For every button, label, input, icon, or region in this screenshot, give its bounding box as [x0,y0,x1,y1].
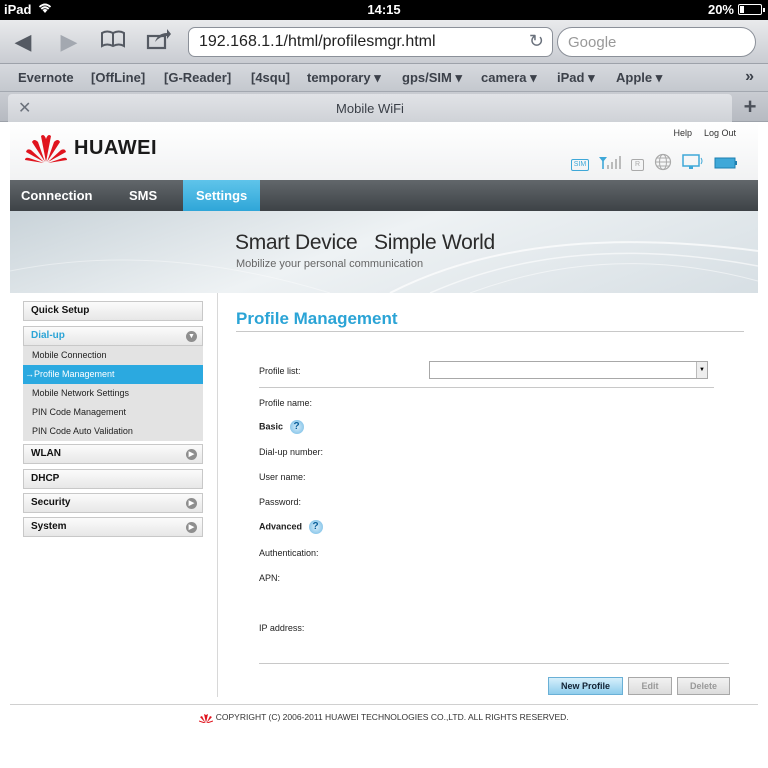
huawei-flower-icon [25,135,67,163]
profile-name-label: Profile name: [259,398,313,408]
computer-icon [682,154,704,175]
bookmark-ipad[interactable]: iPad ▾ [557,70,595,86]
button-divider [259,663,729,664]
advanced-heading: Advanced [259,521,303,532]
bookmarks-book-icon[interactable] [98,28,128,56]
sidebar-item-pin-auto-validation[interactable]: PIN Code Auto Validation [23,422,203,441]
dialup-number-label: Dial-up number: [259,447,324,457]
reload-icon[interactable]: ↻ [529,31,544,52]
advanced-section-label: Advanced ? [259,520,323,534]
nav-sms[interactable]: SMS [129,180,157,211]
sidebar-item-label: WLAN [31,448,61,459]
chevron-down-icon: ▼ [186,331,197,342]
password-label: Password: [259,497,302,507]
chevron-down-icon: ▼ [696,362,707,378]
brand-name: HUAWEI [74,136,157,159]
apn-label: APN: [259,573,281,583]
sidebar-item-label: Security [31,497,71,508]
share-icon[interactable] [144,28,174,56]
huawei-logo: HUAWEI [24,133,157,163]
title-divider [236,331,744,332]
form-divider [259,387,714,388]
edit-button[interactable]: Edit [628,677,672,695]
page-title: Profile Management [236,309,398,328]
sidebar-item-mobile-connection[interactable]: Mobile Connection [23,346,203,365]
bookmark-evernote[interactable]: Evernote [18,70,74,85]
signal-strength-icon [599,155,621,174]
slogan-subtitle: Mobilize your personal communication [236,258,424,270]
router-web-page: HUAWEI Help Log Out SIM R Connection SMS [0,123,768,768]
sidebar-item-security[interactable]: Security ▶ [23,493,203,513]
help-icon[interactable]: ? [289,420,304,434]
url-text: 192.168.1.1/html/profilesmgr.html [199,33,436,50]
chevron-right-icon: ▶ [186,449,197,460]
delete-button[interactable]: Delete [677,677,730,695]
banner: Smart Device Simple World Mobilize your … [10,211,758,293]
new-profile-button[interactable]: New Profile [548,677,623,695]
roaming-icon: R [631,158,644,171]
new-tab-plus-icon[interactable]: + [736,95,764,121]
sidebar-item-quick-setup[interactable]: Quick Setup [23,301,203,321]
bookmark-camera[interactable]: camera ▾ [481,70,537,86]
bookmark-offline[interactable]: [OffLine] [91,70,145,85]
logout-link[interactable]: Log Out [704,128,736,138]
sidebar-item-wlan[interactable]: WLAN ▶ [23,444,203,464]
page-header: HUAWEI Help Log Out SIM R [10,123,758,180]
bookmarks-bar: Evernote [OffLine] [G-Reader] [4squ] tem… [0,64,768,92]
profile-list-select[interactable]: ▼ [429,361,708,379]
battery-percent: 20% [707,2,734,17]
copyright-text: COPYRIGHT (C) 2006-2011 HUAWEI TECHNOLOG… [215,712,569,722]
clock: 14:15 [367,2,401,17]
authentication-label: Authentication: [259,548,319,558]
battery-icon [738,4,765,15]
sidebar-item-pin-code-management[interactable]: PIN Code Management [23,403,203,422]
nav-settings[interactable]: Settings [183,180,261,211]
main-nav: Connection SMS Settings [10,180,758,211]
sidebar-item-system[interactable]: System ▶ [23,517,203,537]
sim-icon: SIM [571,158,589,171]
tab-title: Mobile WiFi [336,101,404,116]
forward-arrow-icon[interactable]: ▶ [54,28,84,56]
bookmark-4squ[interactable]: [4squ] [251,70,290,85]
footer: COPYRIGHT (C) 2006-2011 HUAWEI TECHNOLOG… [10,704,758,729]
help-icon[interactable]: ? [308,520,323,534]
back-arrow-icon[interactable]: ◀ [8,28,38,56]
profile-list-label: Profile list: [259,366,301,376]
url-field[interactable]: 192.168.1.1/html/profilesmgr.html ↻ [188,27,553,57]
sidebar-item-dialup[interactable]: Dial-up ▼ [23,326,203,346]
bookmark-greader[interactable]: [G-Reader] [164,70,231,85]
user-name-label: User name: [259,472,306,482]
tab-mobile-wifi[interactable]: ✕ Mobile WiFi [8,94,732,122]
profile-management-panel: Profile Management Profile list: ▼ Profi… [219,293,758,697]
basic-section-label: Basic ? [259,420,304,434]
settings-sidebar: Quick Setup Dial-up ▼ Mobile Connection … [10,293,218,697]
browser-toolbar: ◀ ▶ 192.168.1.1/html/profilesmgr.html ↻ … [0,20,768,64]
search-input[interactable]: Google [557,27,756,57]
help-link[interactable]: Help [673,128,692,138]
globe-icon [654,153,672,176]
slogan: Smart Device Simple World [235,231,495,254]
basic-heading: Basic [259,421,284,432]
ip-address-label: IP address: [259,623,305,633]
bookmark-temporary[interactable]: temporary ▾ [307,70,381,86]
device-status-icons: SIM R [571,153,738,176]
sidebar-item-label: Dial-up [31,330,65,341]
nav-connection[interactable]: Connection [21,180,93,211]
chevron-right-icon: ▶ [186,498,197,509]
bookmark-apple[interactable]: Apple ▾ [616,70,662,86]
bookmark-gps-sim[interactable]: gps/SIM ▾ [402,70,462,86]
battery-status-icon [714,156,738,174]
tab-bar: ✕ Mobile WiFi + [0,92,768,122]
sidebar-item-profile-management[interactable]: →Profile Management [23,365,203,384]
more-bookmarks-icon[interactable]: » [745,68,754,86]
huawei-small-logo-icon [199,713,214,724]
search-placeholder: Google [568,34,617,51]
sidebar-item-mobile-network-settings[interactable]: Mobile Network Settings [23,384,203,403]
ios-status-bar: iPad 14:15 20% [0,0,768,20]
chevron-right-icon: ▶ [186,522,197,533]
sidebar-item-label: System [31,521,67,532]
sidebar-item-dhcp[interactable]: DHCP [23,469,203,489]
